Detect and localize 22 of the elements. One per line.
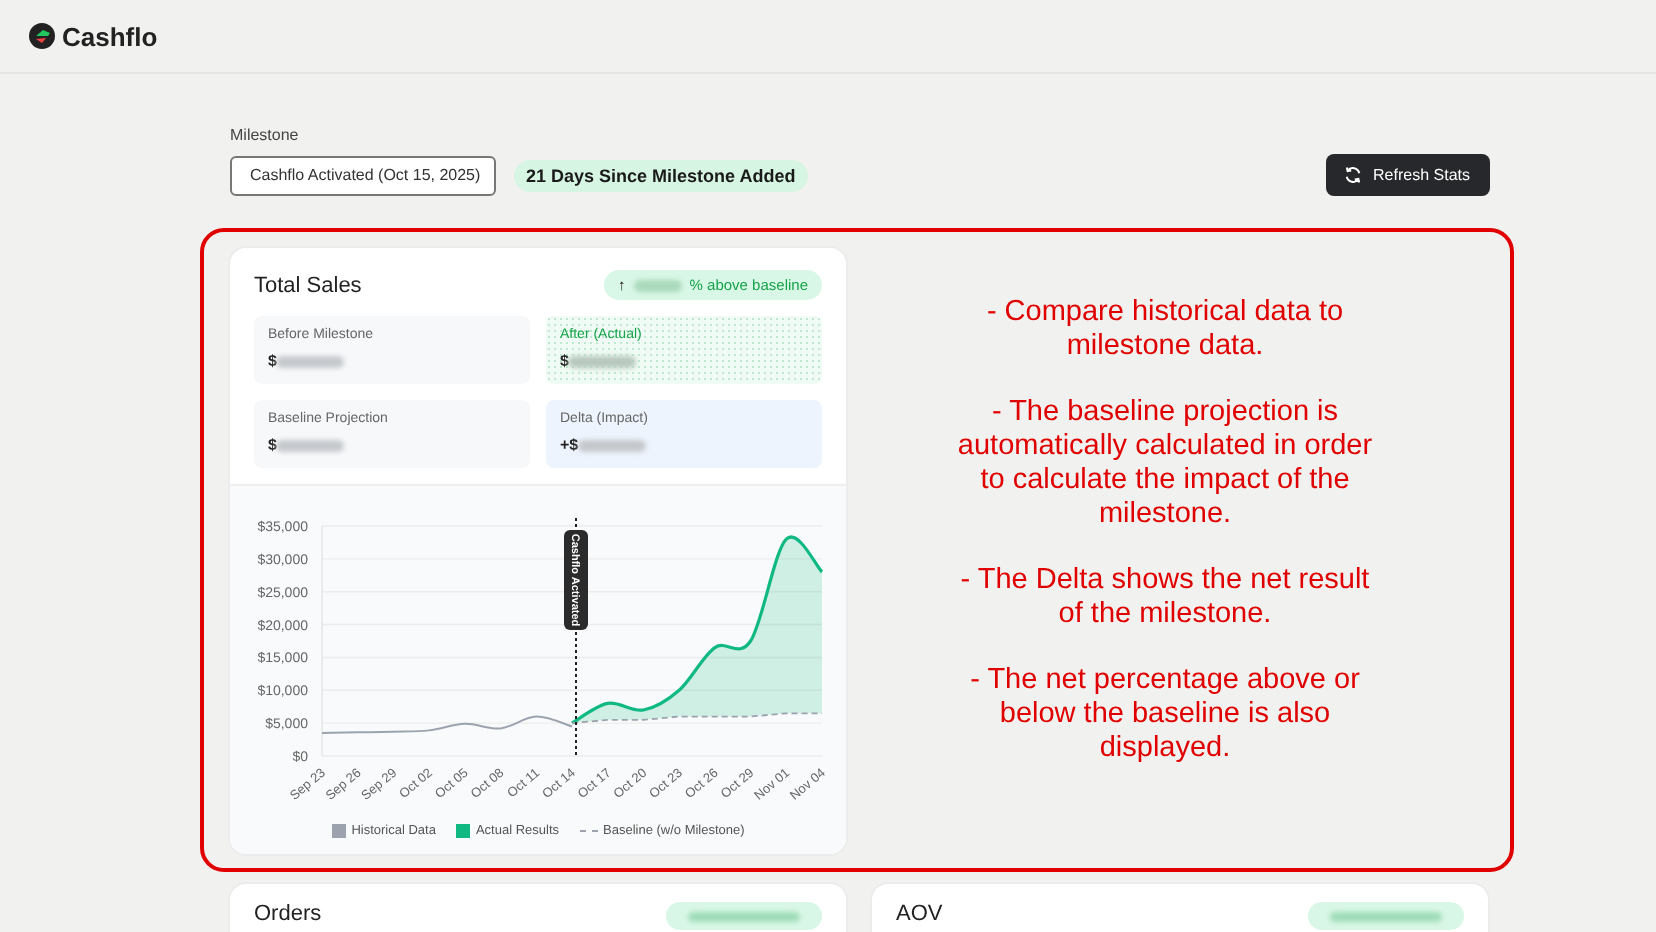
stat-currency: $ (560, 352, 569, 370)
stat-currency: +$ (560, 436, 579, 454)
blurred-value (276, 439, 345, 451)
blurred-value (276, 355, 345, 367)
card-title: Orders (254, 902, 322, 926)
field-label: Milestone (230, 126, 299, 144)
annotation-note: - The baseline projection is automatically calculated in order to calculate the impact of the milestone. (955, 396, 1375, 532)
blurred-value (568, 355, 637, 367)
annotation-note: - The net percentage above or below the baseline is also displayed. (968, 664, 1362, 766)
stat-currency: $ (268, 436, 277, 454)
stat-currency: $ (268, 352, 277, 370)
refresh-icon (1343, 166, 1362, 184)
milestone-select[interactable]: Cashflo Activated (Oct 15, 2025) (230, 155, 496, 195)
days-badge: 21 Days Since Milestone Added (514, 159, 808, 191)
card-title: AOV (896, 902, 943, 926)
brand-name: Cashflo (62, 21, 158, 51)
logo-icon (28, 22, 56, 50)
blurred-value (578, 439, 647, 451)
annotation-note: - The Delta shows the net result of the milestone. (958, 564, 1372, 632)
annotation-note: - Compare historical data to milestone data. (984, 296, 1346, 364)
card-title: Total Sales (254, 273, 362, 297)
refresh-button[interactable]: Refresh Stats (1325, 154, 1490, 196)
